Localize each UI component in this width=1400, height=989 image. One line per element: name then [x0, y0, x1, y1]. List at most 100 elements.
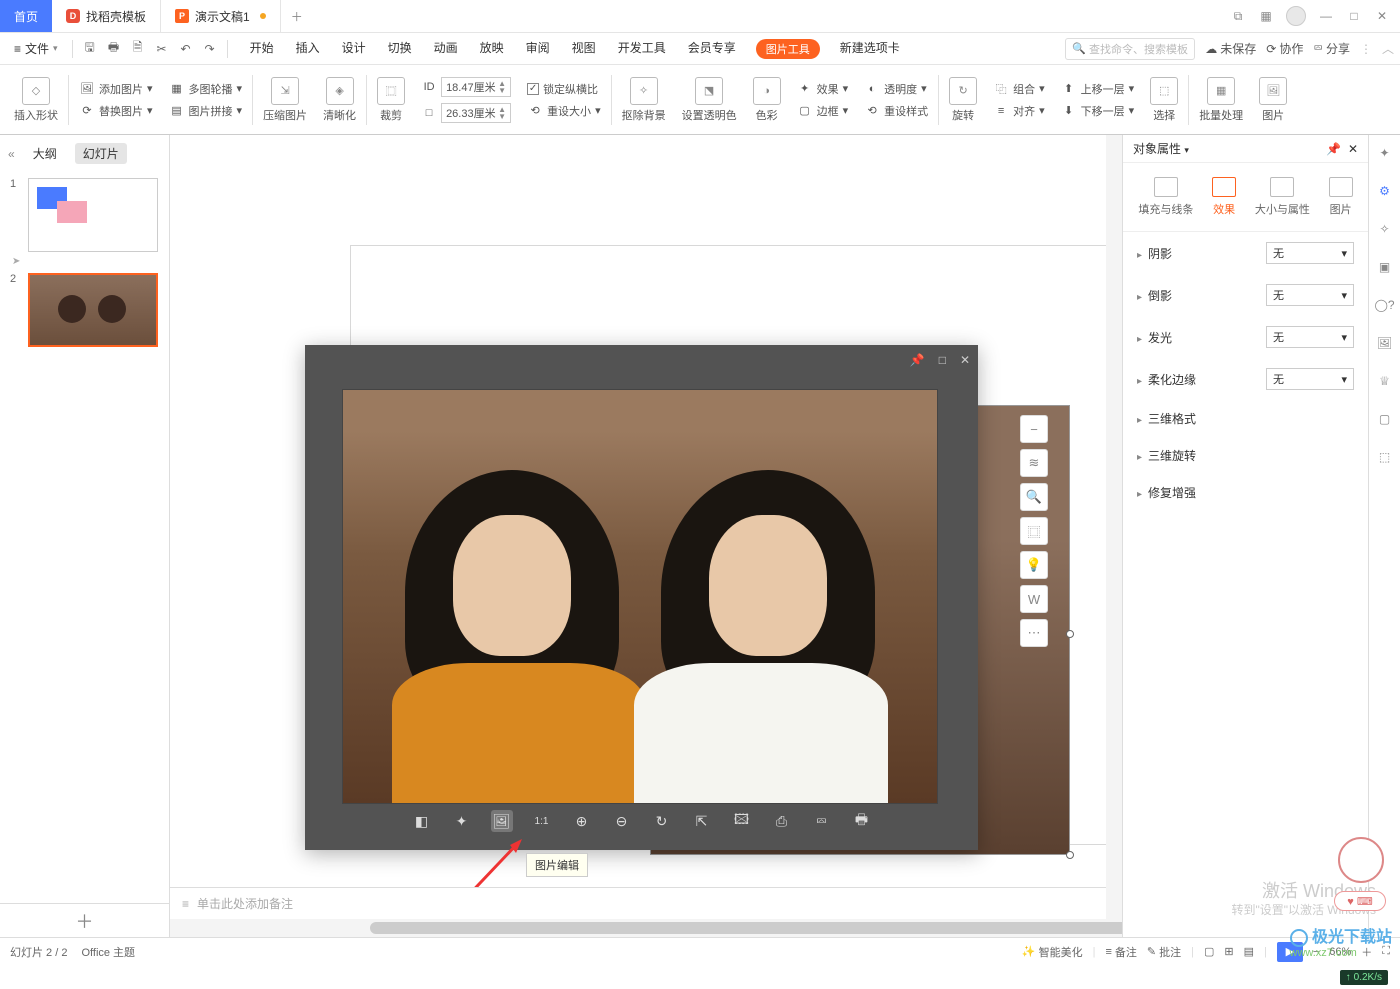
- crop-button[interactable]: ⿴裁剪: [371, 70, 411, 130]
- collapse-panel-button[interactable]: «: [8, 147, 15, 161]
- tool-rotate[interactable]: ↻: [651, 810, 673, 832]
- search-input[interactable]: 🔍 查找命令、搜索模板: [1065, 38, 1195, 60]
- image-stitch-button[interactable]: ▤图片拼接 ▾: [169, 103, 243, 119]
- insert-shape-button[interactable]: ◇插入形状: [8, 70, 64, 130]
- window-mode-icon[interactable]: ⧉: [1230, 8, 1246, 24]
- tab-document[interactable]: P演示文稿1: [161, 0, 281, 32]
- tool-share[interactable]: ⮹: [811, 810, 833, 832]
- float-idea-button[interactable]: 💡: [1020, 551, 1048, 579]
- color-button[interactable]: ◑色彩: [747, 70, 787, 130]
- glow-select[interactable]: 无▾: [1266, 326, 1354, 348]
- tool-chain[interactable]: 🖾: [731, 810, 753, 832]
- shadow-select[interactable]: 无▾: [1266, 242, 1354, 264]
- side-crown-icon[interactable]: ♕: [1375, 371, 1395, 391]
- replace-image-button[interactable]: ⟳替换图片 ▾: [79, 103, 153, 119]
- cut-icon[interactable]: ✂: [151, 38, 173, 60]
- share-button[interactable]: ⮹分享: [1313, 40, 1350, 57]
- reset-style-button[interactable]: ⟲重设样式: [864, 103, 928, 119]
- prop-tab-fill[interactable]: 填充与线条: [1136, 173, 1195, 221]
- menu-transition[interactable]: 切换: [386, 39, 414, 59]
- apps-icon[interactable]: ▦: [1258, 8, 1274, 24]
- rotate-button[interactable]: ↻旋转: [943, 70, 983, 130]
- comments-button[interactable]: ✎批注: [1147, 944, 1181, 960]
- align-button[interactable]: ≡对齐 ▾: [993, 103, 1045, 119]
- side-daoker-icon[interactable]: ✦: [1375, 143, 1395, 163]
- menu-animation[interactable]: 动画: [432, 39, 460, 59]
- border-button[interactable]: ▢边框 ▾: [797, 103, 849, 119]
- sharpen-button[interactable]: ◈清晰化: [317, 70, 362, 130]
- prop-restore-enhance[interactable]: ▸修复增强: [1123, 474, 1368, 511]
- minimize-button[interactable]: —: [1318, 8, 1334, 24]
- float-crop-button[interactable]: ⿴: [1020, 517, 1048, 545]
- image-out-button[interactable]: 🖼图片: [1253, 70, 1293, 130]
- prop-tab-image[interactable]: 图片: [1327, 173, 1355, 221]
- compress-button[interactable]: ⇲压缩图片: [257, 70, 313, 130]
- smart-beautify-button[interactable]: ✨智能美化: [1022, 944, 1083, 960]
- outline-tab[interactable]: 大纲: [25, 143, 65, 164]
- unsaved-button[interactable]: ☁未保存: [1205, 40, 1256, 57]
- coop-button[interactable]: ⟳协作: [1266, 40, 1303, 57]
- tool-edit-image[interactable]: 🖼: [491, 810, 513, 832]
- save-icon[interactable]: 🖫: [79, 38, 101, 60]
- transparency-button[interactable]: ◐透明度 ▾: [864, 81, 928, 97]
- canvas[interactable]: − ≋ 🔍 ⿴ 💡 W ⋯ 📌 □ ✕ ◧ ✦ 🖼 1:1: [170, 135, 1122, 937]
- add-slide-button[interactable]: ＋: [0, 903, 169, 937]
- side-cube-icon[interactable]: ⬚: [1375, 447, 1395, 467]
- prop-tab-effect[interactable]: 效果: [1210, 173, 1238, 221]
- close-button[interactable]: ✕: [1374, 8, 1390, 24]
- vertical-scrollbar[interactable]: [1106, 135, 1122, 919]
- move-down-button[interactable]: ⬇下移一层 ▾: [1061, 103, 1135, 119]
- tab-home[interactable]: 首页: [0, 0, 52, 32]
- print-icon[interactable]: 🖶: [103, 38, 125, 60]
- prop-3d-rotation[interactable]: ▸三维旋转: [1123, 437, 1368, 474]
- maximize-button[interactable]: □: [1346, 8, 1362, 24]
- close-props-button[interactable]: ✕: [1348, 142, 1358, 156]
- pin-props-button[interactable]: 📌: [1326, 142, 1341, 156]
- side-help-icon[interactable]: ◯?: [1375, 295, 1395, 315]
- batch-button[interactable]: ▦批量处理: [1193, 70, 1249, 130]
- menu-start[interactable]: 开始: [248, 39, 276, 59]
- add-image-button[interactable]: 🖼添加图片 ▾: [79, 81, 153, 97]
- view-normal-icon[interactable]: ▢: [1204, 945, 1214, 958]
- side-settings-icon[interactable]: ⚙: [1375, 181, 1395, 201]
- maximize-preview-button[interactable]: □: [939, 353, 946, 367]
- file-menu[interactable]: ≡文件▾: [6, 40, 66, 57]
- tool-1to1[interactable]: 1:1: [531, 810, 553, 832]
- avatar[interactable]: [1286, 6, 1306, 26]
- height-input[interactable]: 26.33厘米▲▼: [441, 103, 511, 123]
- redo-icon[interactable]: ↷: [199, 38, 221, 60]
- slides-tab[interactable]: 幻灯片: [75, 143, 127, 164]
- transparent-color-button[interactable]: ⬔设置透明色: [676, 70, 743, 130]
- side-present-icon[interactable]: ▢: [1375, 409, 1395, 429]
- float-layers-button[interactable]: ≋: [1020, 449, 1048, 477]
- menu-new-tab[interactable]: 新建选项卡: [838, 39, 902, 59]
- prop-glow[interactable]: ▸发光无▾: [1123, 316, 1368, 358]
- multi-outline-button[interactable]: ▦多图轮播 ▾: [169, 81, 243, 97]
- reflection-select[interactable]: 无▾: [1266, 284, 1354, 306]
- select-button[interactable]: ⬚选择: [1144, 70, 1184, 130]
- prop-reflection[interactable]: ▸倒影无▾: [1123, 274, 1368, 316]
- view-sorter-icon[interactable]: ⊞: [1224, 945, 1233, 958]
- float-text-button[interactable]: W: [1020, 585, 1048, 613]
- pin-button[interactable]: 📌: [910, 353, 925, 367]
- float-minus-button[interactable]: −: [1020, 415, 1048, 443]
- move-up-button[interactable]: ⬆上移一层 ▾: [1061, 81, 1135, 97]
- tool-screenshot[interactable]: ⎙: [771, 810, 793, 832]
- remove-bg-button[interactable]: ✧抠除背景: [616, 70, 672, 130]
- horizontal-scrollbar[interactable]: [170, 919, 1122, 937]
- mascot[interactable]: ♥ ⌨: [1324, 827, 1394, 917]
- tool-zoom-out[interactable]: ⊖: [611, 810, 633, 832]
- view-reading-icon[interactable]: ▤: [1244, 945, 1254, 958]
- menu-review[interactable]: 审阅: [524, 39, 552, 59]
- tab-add-button[interactable]: ＋: [281, 0, 313, 32]
- prop-soft-edges[interactable]: ▸柔化边缘无▾: [1123, 358, 1368, 400]
- slide-thumb-2[interactable]: 2: [10, 273, 159, 347]
- float-more-button[interactable]: ⋯: [1020, 619, 1048, 647]
- tab-templates[interactable]: D找稻壳模板: [52, 0, 161, 32]
- effect-button[interactable]: ✦效果 ▾: [797, 81, 849, 97]
- side-panel-icon[interactable]: ▣: [1375, 257, 1395, 277]
- prop-3d-format[interactable]: ▸三维格式: [1123, 400, 1368, 437]
- soft-edges-select[interactable]: 无▾: [1266, 368, 1354, 390]
- tool-zoom-in[interactable]: ⊕: [571, 810, 593, 832]
- width-input[interactable]: 18.47厘米▲▼: [441, 77, 511, 97]
